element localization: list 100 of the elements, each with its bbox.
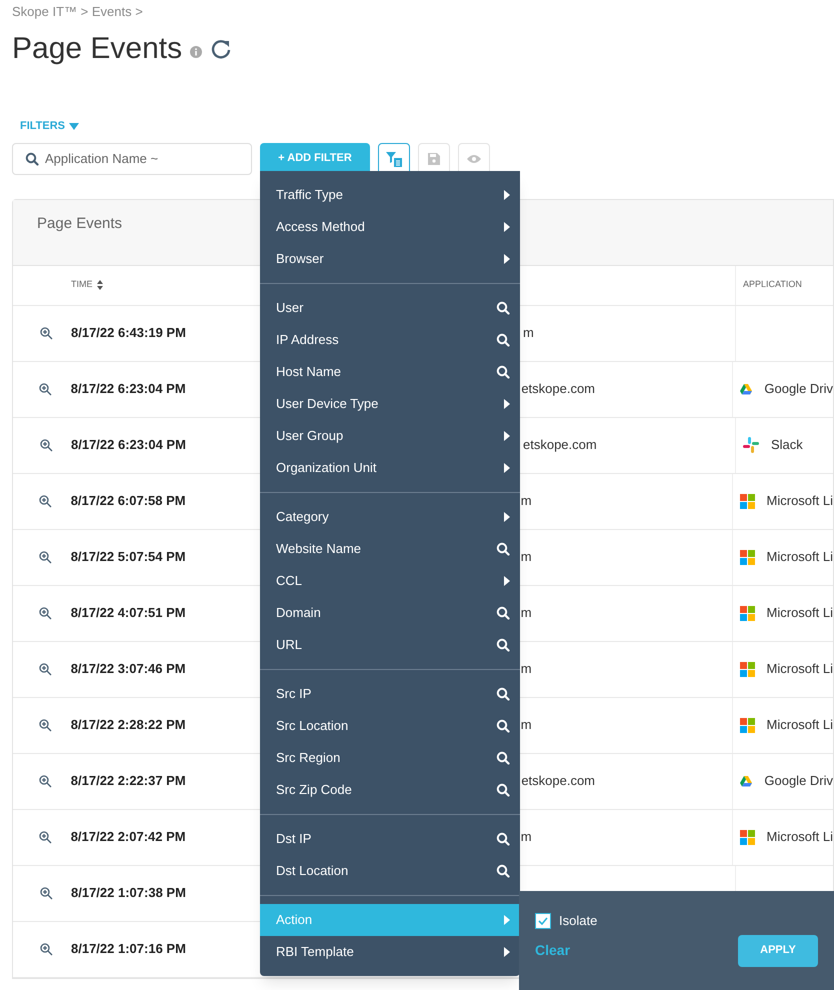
triangle-icon (740, 776, 752, 786)
search-icon (496, 542, 510, 556)
menu-item[interactable]: Browser (260, 243, 520, 275)
zoom-in-icon[interactable] (40, 942, 52, 956)
column-header[interactable]: TIME (71, 278, 92, 292)
menu-item[interactable]: Src Region (260, 742, 520, 774)
time-cell: 8/17/22 5:07:54 PM (70, 549, 186, 564)
menu-item[interactable]: Host Name (260, 356, 520, 388)
time-cell: 8/17/22 1:07:38 PM (71, 885, 186, 900)
windows-grid-icon (740, 662, 755, 676)
search-icon (496, 333, 510, 347)
caret-icon (504, 254, 510, 264)
user-cell: m (520, 605, 532, 620)
caret-icon (504, 399, 510, 409)
application-cell-text: Google Driv (764, 380, 834, 398)
menu-item[interactable]: Src IP (260, 678, 520, 710)
search-icon (496, 751, 510, 765)
zoom-in-icon[interactable] (40, 326, 52, 340)
column-header: APPLICATION (743, 278, 802, 292)
application-cell-text: Microsoft Li (766, 828, 833, 846)
zoom-in-icon[interactable] (39, 830, 52, 844)
user-cell: m (520, 549, 532, 564)
search-icon (496, 687, 510, 701)
user-cell: m (520, 717, 532, 732)
menu-item[interactable]: User (260, 292, 520, 324)
menu-item[interactable]: Dst IP (260, 823, 520, 855)
search-icon (496, 719, 510, 733)
menu-item[interactable]: Traffic Type (260, 179, 520, 211)
application-cell-text: Slack (771, 436, 803, 454)
user-cell: m (523, 325, 534, 340)
menu-item[interactable]: Website Name (260, 533, 520, 565)
windows-grid-icon (740, 494, 755, 508)
time-cell: 8/17/22 2:28:22 PM (70, 717, 186, 732)
menu-item[interactable]: Src Zip Code (260, 774, 520, 806)
sort-icon[interactable] (96, 280, 102, 290)
zoom-in-icon[interactable] (39, 494, 52, 508)
zoom-in-icon[interactable] (39, 662, 52, 676)
caret-icon (504, 431, 510, 441)
application-cell-text: Microsoft Li (766, 492, 833, 510)
page-title: Page Events (12, 30, 182, 66)
info-icon (190, 46, 202, 58)
user-cell: m (520, 493, 532, 508)
search-icon (496, 638, 510, 652)
search-icon (496, 864, 510, 878)
windows-grid-icon (740, 606, 755, 620)
time-cell: 8/17/22 6:07:58 PM (70, 493, 186, 508)
caret-icon (504, 463, 510, 473)
caret-icon (504, 512, 510, 522)
time-cell: 8/17/22 3:07:46 PM (70, 661, 186, 676)
menu-item[interactable]: RBI Template (260, 936, 520, 968)
zoom-in-icon[interactable] (39, 718, 52, 732)
time-cell: 8/17/22 6:43:19 PM (71, 325, 186, 340)
search-icon (496, 365, 510, 379)
caret-icon (504, 915, 510, 925)
search-field[interactable]: Application Name ~ (12, 142, 252, 174)
zoom-in-icon[interactable] (40, 886, 52, 900)
zoom-in-icon[interactable] (39, 550, 52, 564)
menu-item[interactable]: Src Location (260, 710, 520, 742)
search-icon (496, 301, 510, 315)
time-cell: 8/17/22 2:07:42 PM (70, 829, 186, 844)
application-cell-text: Microsoft Li (766, 604, 833, 622)
menu-item[interactable]: URL (260, 629, 520, 661)
search-icon (496, 832, 510, 846)
time-cell: 8/17/22 6:23:04 PM (71, 437, 186, 452)
menu-item[interactable]: Category (260, 501, 520, 533)
refresh-icon[interactable] (210, 38, 232, 60)
caret-icon (504, 222, 510, 232)
user-cell: etskope.com (523, 437, 597, 452)
triangle-icon (740, 384, 752, 394)
menu-item[interactable]: IP Address (260, 324, 520, 356)
breadcrumb: Skope IT™ > Events > (12, 4, 144, 20)
filter-list-icon (386, 150, 402, 166)
pinwheel-icon (743, 437, 759, 453)
zoom-in-icon[interactable] (39, 382, 52, 396)
time-cell: 8/17/22 4:07:51 PM (70, 605, 186, 620)
caret-icon (504, 576, 510, 586)
windows-grid-icon (740, 830, 755, 844)
zoom-in-icon[interactable] (39, 774, 52, 788)
table-title: Page Events (37, 214, 122, 232)
zoom-in-icon[interactable] (39, 606, 52, 620)
time-cell: 8/17/22 1:07:16 PM (71, 941, 186, 956)
caret-down-icon (69, 122, 80, 130)
user-cell: m (520, 661, 532, 676)
menu-item[interactable]: User Device Type (260, 388, 520, 420)
zoom-in-icon[interactable] (40, 438, 52, 452)
menu-item[interactable]: Organization Unit (260, 452, 520, 484)
application-cell-text: Microsoft Li (766, 716, 833, 734)
time-cell: 8/17/22 6:23:04 PM (70, 381, 186, 396)
checkbox[interactable] (535, 912, 551, 929)
application-cell-text: Google Driv (764, 772, 834, 790)
menu-item[interactable]: User Group (260, 420, 520, 452)
user-cell: etskope.com (521, 773, 596, 788)
menu-item[interactable]: Domain (260, 597, 520, 629)
eye-icon (467, 154, 481, 164)
caret-icon (504, 190, 510, 200)
application-cell-text: Microsoft Li (766, 660, 833, 678)
menu-item[interactable]: Dst Location (260, 855, 520, 887)
menu-item[interactable]: CCL (260, 565, 520, 597)
menu-item[interactable]: Access Method (260, 211, 520, 243)
caret-icon (504, 947, 510, 957)
